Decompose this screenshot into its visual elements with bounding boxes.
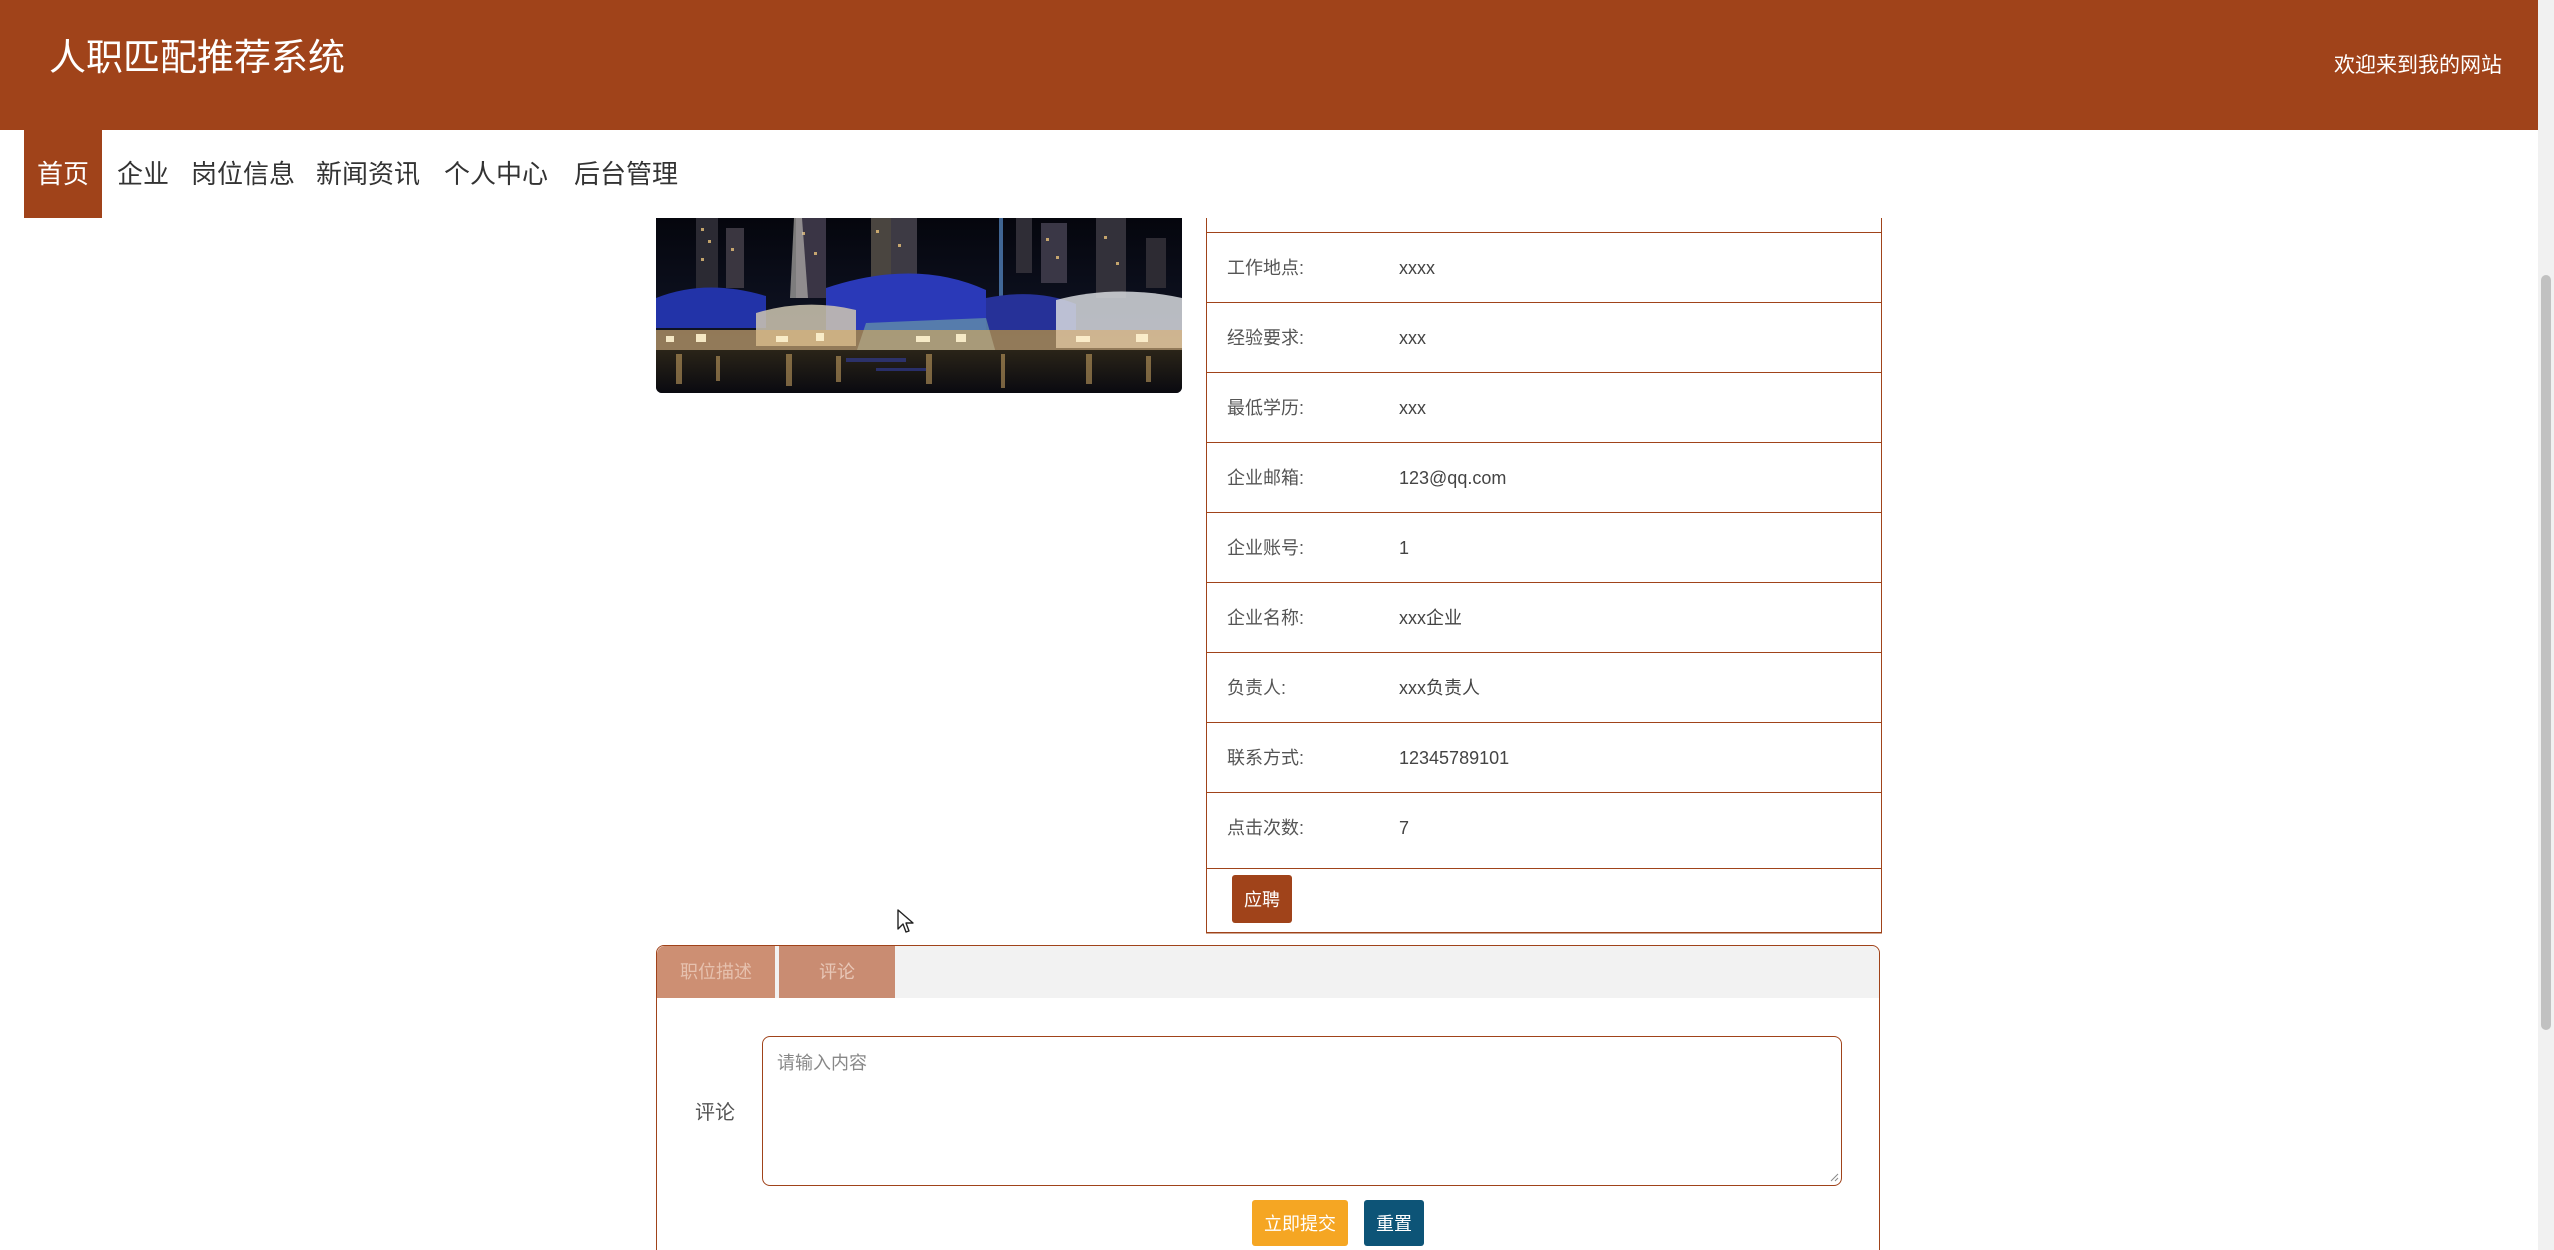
welcome-text: 欢迎来到我的网站 (2334, 54, 2502, 77)
tab-job-description[interactable]: 职位描述 (657, 946, 775, 998)
main-nav: 首页 企业 岗位信息 新闻资讯 个人中心 后台管理 (0, 130, 2538, 218)
reset-button[interactable]: 重置 (1364, 1200, 1424, 1246)
detail-label: 企业邮箱: (1227, 468, 1305, 488)
detail-row-location: 工作地点: xxxx (1207, 232, 1881, 302)
detail-label: 经验要求: (1227, 328, 1305, 348)
detail-value: 12345789101 (1399, 748, 1510, 768)
detail-value: xxx (1399, 328, 1426, 348)
detail-row-account: 企业账号: 1 (1207, 512, 1881, 582)
nav-item-company[interactable]: 企业 (112, 130, 174, 218)
detail-label: 企业账号: (1227, 538, 1305, 558)
nav-item-news[interactable]: 新闻资讯 (314, 130, 422, 218)
resize-grip-icon[interactable] (1829, 1172, 1839, 1182)
page: 人职匹配推荐系统 欢迎来到我的网站 首页 企业 岗位信息 新闻资讯 个人中心 后… (0, 0, 2538, 1250)
detail-row-email: 企业邮箱: 123@qq.com (1207, 442, 1881, 512)
nav-item-jobs[interactable]: 岗位信息 (190, 130, 296, 218)
detail-value: 1 (1399, 538, 1410, 558)
site-title: 人职匹配推荐系统 (49, 37, 345, 78)
detail-row-clicks: 点击次数: 7 (1207, 792, 1881, 862)
detail-row-company-name: 企业名称: xxx企业 (1207, 582, 1881, 652)
detail-value: xxx负责人 (1399, 678, 1480, 698)
detail-label: 点击次数: (1227, 818, 1305, 838)
detail-value: 7 (1399, 818, 1410, 838)
page-scrollbar[interactable] (2538, 0, 2554, 1250)
detail-label: 企业名称: (1227, 608, 1305, 628)
tab-comments[interactable]: 评论 (779, 946, 895, 998)
detail-label: 负责人: (1227, 678, 1287, 698)
detail-value: 123@qq.com (1399, 468, 1507, 488)
nav-item-profile[interactable]: 个人中心 (442, 130, 550, 218)
comment-input[interactable] (762, 1036, 1842, 1186)
detail-value: xxxx (1399, 258, 1435, 278)
apply-row: 应聘 (1207, 868, 1881, 932)
apply-button[interactable]: 应聘 (1232, 875, 1292, 923)
detail-row-contact: 联系方式: 12345789101 (1207, 722, 1881, 792)
mouse-cursor-icon (897, 909, 914, 933)
tab-panel: 职位描述 评论 评论 立即提交 重置 (656, 945, 1880, 1250)
nav-item-home[interactable]: 首页 (24, 130, 102, 218)
detail-label: 最低学历: (1227, 398, 1305, 418)
submit-button[interactable]: 立即提交 (1252, 1200, 1348, 1246)
nav-item-admin[interactable]: 后台管理 (570, 130, 682, 218)
detail-value: xxx (1399, 398, 1426, 418)
detail-row-education: 最低学历: xxx (1207, 372, 1881, 442)
job-image (656, 218, 1182, 393)
detail-row-manager: 负责人: xxx负责人 (1207, 652, 1881, 722)
comment-label: 评论 (695, 1102, 735, 1124)
detail-label: 工作地点: (1227, 258, 1305, 278)
scroll-thumb[interactable] (2541, 275, 2551, 1030)
header: 人职匹配推荐系统 欢迎来到我的网站 (0, 0, 2538, 130)
job-detail-table: 工作地点: xxxx 经验要求: xxx 最低学历: xxx 企业邮箱: 123… (1206, 218, 1882, 933)
detail-label: 联系方式: (1227, 748, 1305, 768)
detail-row-experience: 经验要求: xxx (1207, 302, 1881, 372)
tab-bar: 职位描述 评论 (657, 946, 1879, 998)
detail-value: xxx企业 (1399, 608, 1462, 628)
